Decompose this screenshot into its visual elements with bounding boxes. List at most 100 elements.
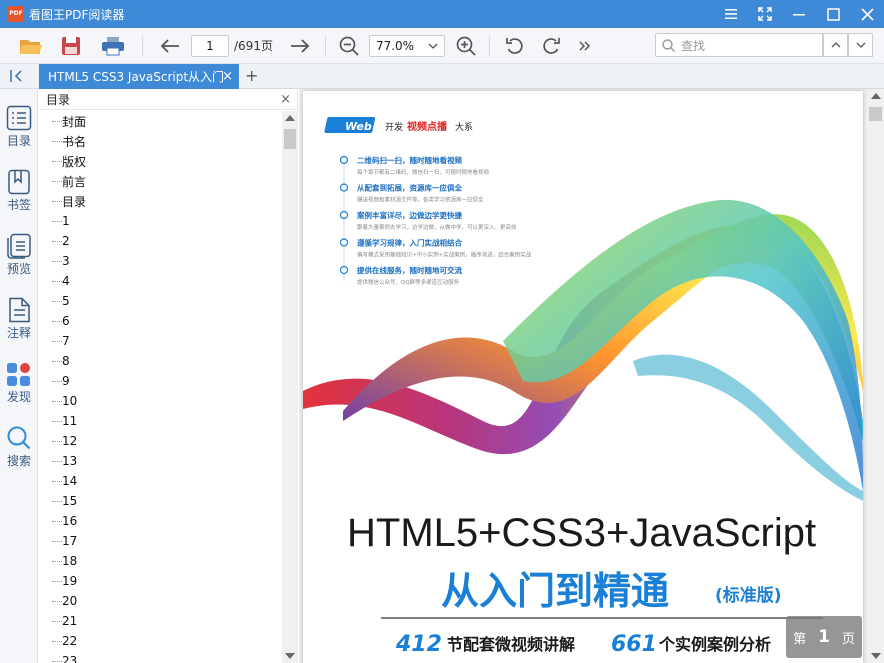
tree-connector [52,540,62,542]
prev-page-icon[interactable] [155,31,185,61]
scrollbar-thumb[interactable] [284,129,296,149]
menu-icon[interactable] [714,0,748,28]
sidebar-item-label: 目录 [6,134,31,148]
sidebar-item-discover[interactable]: 发现 [0,361,38,419]
outline-item[interactable]: 4 [39,271,282,291]
sidebar-item-annotation[interactable]: 注释 [0,297,38,355]
sidebar: 目录 书签 预览 注释 发现 搜索 [0,89,38,663]
outline-item[interactable]: 6 [39,311,282,331]
outline-item-label: 17 [62,534,78,548]
outline-item[interactable]: 17 [39,531,282,551]
search-placeholder: 查找 [681,38,706,53]
outline-item[interactable]: 10 [39,391,282,411]
feature-title: 案例丰富详尽，边做边学更快捷 [356,210,462,220]
open-folder-icon[interactable] [16,31,46,61]
sidebar-item-bookmark[interactable]: 书签 [0,169,38,227]
tree-connector [52,500,62,502]
minimize-icon[interactable] [782,0,816,28]
sidebar-item-outline[interactable]: 目录 [0,105,38,163]
tab-document[interactable]: HTML5 CSS3 JavaScript从入门 × [39,64,239,89]
outline-item[interactable]: 5 [39,291,282,311]
tab-close-icon[interactable]: × [222,69,233,84]
outline-item-label: 7 [62,334,70,348]
outline-item[interactable]: 22 [39,631,282,651]
outline-item[interactable]: 2 [39,231,282,251]
add-tab-icon[interactable]: + [245,66,258,85]
fullscreen-icon[interactable] [748,0,782,28]
toolbar-divider [488,35,490,56]
sidebar-item-label: 书签 [6,198,31,212]
outline-item[interactable]: 16 [39,511,282,531]
list-icon [6,105,32,131]
scroll-up-icon[interactable] [285,115,295,121]
maximize-icon[interactable] [816,0,850,28]
print-icon[interactable] [98,31,128,61]
document-scrollbar[interactable] [867,89,884,663]
series-pre: 开发 [385,121,403,133]
outline-item[interactable]: 版权 [39,151,282,171]
tree-connector [52,420,62,422]
more-tools-icon[interactable] [570,31,600,61]
save-icon[interactable] [56,31,86,61]
zoom-in-icon[interactable] [451,31,481,61]
rotate-right-icon[interactable] [536,31,566,61]
tree-connector [52,320,62,322]
outline-title: 目录 [46,92,71,107]
close-icon[interactable] [850,0,884,28]
sidebar-item-search[interactable]: 搜索 [0,425,38,483]
outline-item-label: 19 [62,574,78,588]
outline-item[interactable]: 目录 [39,191,282,211]
rotate-left-icon[interactable] [500,31,530,61]
outline-item[interactable]: 14 [39,471,282,491]
tree-connector [52,280,62,282]
document-area[interactable]: Web 开发 视频点播 大系 二维码扫一扫，随时随地看视频 每个章节都有二维码，微… [299,89,867,663]
series-badge: Web [345,120,372,133]
zoom-select[interactable]: 77.0% [368,34,445,57]
outline-item-label: 13 [62,454,78,468]
app-logo-icon: PDF [8,6,24,22]
search-input[interactable]: 查找 [655,33,823,57]
outline-item[interactable]: 21 [39,611,282,631]
scroll-down-icon[interactable] [871,653,881,659]
tree-connector [52,300,62,302]
outline-item[interactable]: 1 [39,211,282,231]
outline-item[interactable]: 前言 [39,171,282,191]
feature-title: 从配套到拓展，资源库一应俱全 [357,183,462,193]
tree-connector [52,440,62,442]
outline-item-label: 8 [62,354,70,368]
outline-item[interactable]: 18 [39,551,282,571]
outline-item[interactable]: 20 [39,591,282,611]
outline-scrollbar[interactable] [282,111,298,663]
scroll-down-icon[interactable] [285,653,295,659]
search-next-button[interactable] [848,33,873,57]
zoom-out-icon[interactable] [334,31,364,61]
outline-item[interactable]: 封面 [39,111,282,131]
outline-item[interactable]: 23 [39,651,282,663]
outline-item[interactable]: 15 [39,491,282,511]
feature-desc: 提供微信公众号、QQ群等多渠道互动服务 [357,278,460,286]
outline-item[interactable]: 19 [39,571,282,591]
search-prev-button[interactable] [823,33,848,57]
outline-item[interactable]: 13 [39,451,282,471]
outline-item-label: 12 [62,434,78,448]
search-icon [662,38,675,52]
outline-item[interactable]: 8 [39,351,282,371]
page-number-input[interactable]: 1 [191,34,229,57]
sidebar-item-label: 预览 [6,262,31,276]
cover-edition: (标准版) [715,585,782,606]
outline-item-label: 书名 [62,134,87,149]
outline-item[interactable]: 3 [39,251,282,271]
outline-item[interactable]: 11 [39,411,282,431]
outline-item[interactable]: 9 [39,371,282,391]
outline-item[interactable]: 7 [39,331,282,351]
tree-connector [52,520,62,522]
cover-title-line1: HTML5+CSS3+JavaScript [347,511,816,555]
collapse-sidebar-icon[interactable] [10,69,26,86]
outline-item[interactable]: 书名 [39,131,282,151]
sidebar-item-preview[interactable]: 预览 [0,233,38,291]
scroll-up-icon[interactable] [871,93,881,99]
outline-item[interactable]: 12 [39,431,282,451]
scrollbar-thumb[interactable] [869,107,882,121]
next-page-icon[interactable] [285,31,315,61]
outline-close-icon[interactable]: × [280,92,291,107]
